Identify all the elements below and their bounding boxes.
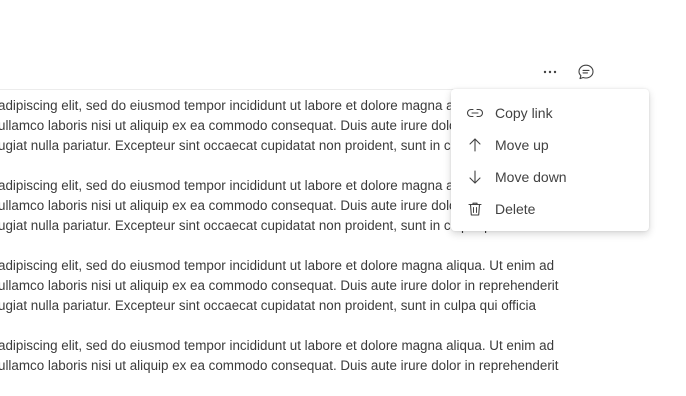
menu-item-label: Move up xyxy=(495,137,549,153)
arrow-up-icon xyxy=(465,135,485,155)
paragraph: adipiscing elit, sed do eiusmod tempor i… xyxy=(0,256,598,316)
menu-item-delete[interactable]: Delete xyxy=(451,193,649,225)
paragraph-line: ugiat nulla pariatur. Excepteur sint occ… xyxy=(0,298,536,313)
paragraph-line: adipiscing elit, sed do eiusmod tempor i… xyxy=(0,338,555,353)
menu-item-label: Delete xyxy=(495,201,536,217)
menu-item-move-down[interactable]: Move down xyxy=(451,161,649,193)
context-menu: Copy link Move up Move down Delete xyxy=(451,89,649,231)
more-options-button[interactable] xyxy=(538,60,562,84)
paragraph-line: ullamco laboris nisi ut aliquip ex ea co… xyxy=(0,358,559,373)
trash-icon xyxy=(465,199,485,219)
menu-item-label: Move down xyxy=(495,169,567,185)
paragraph: adipiscing elit, sed do eiusmod tempor i… xyxy=(0,336,598,376)
menu-item-move-up[interactable]: Move up xyxy=(451,129,649,161)
menu-item-copy-link[interactable]: Copy link xyxy=(451,97,649,129)
link-icon xyxy=(465,103,485,123)
paragraph-line: ullamco laboris nisi ut aliquip ex ea co… xyxy=(0,278,559,293)
menu-item-label: Copy link xyxy=(495,105,553,121)
comment-icon xyxy=(578,64,594,80)
more-horizontal-icon xyxy=(543,70,557,74)
comment-button[interactable] xyxy=(574,60,598,84)
arrow-down-icon xyxy=(465,167,485,187)
paragraph-line: adipiscing elit, sed do eiusmod tempor i… xyxy=(0,258,555,273)
